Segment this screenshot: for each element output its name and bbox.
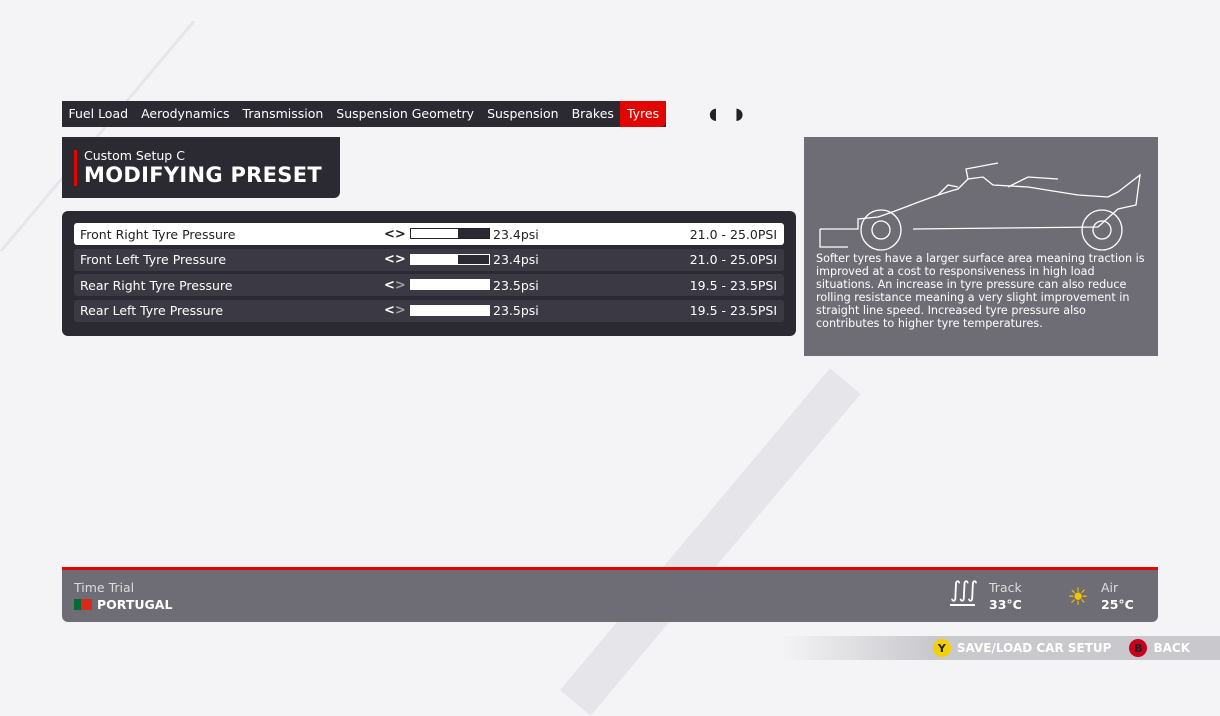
setting-row[interactable]: Front Left Tyre Pressure <> 23.4psi 21.0… [74,248,784,271]
setting-value: 23.4psi [493,252,539,267]
adjust-arrows-icon[interactable]: <> [384,252,406,267]
left-bumper-icon[interactable]: ◖ [709,104,717,123]
setting-row[interactable]: Rear Right Tyre Pressure <> 23.5psi 19.5… [74,274,784,296]
tab-transmission[interactable]: Transmission [236,101,330,127]
air-temp: 25°C [1101,597,1134,612]
background-stripe [560,368,861,716]
value-slider[interactable] [410,228,490,239]
accent-bar [74,150,77,186]
info-panel: Softer tyres have a larger surface area … [804,137,1158,356]
setting-value: 23.4psi [493,226,539,242]
page-title: MODIFYING PRESET [84,163,322,187]
tab-tyres[interactable]: Tyres [620,101,666,127]
tab-suspension-geometry[interactable]: Suspension Geometry [330,101,481,127]
value-slider[interactable] [410,279,490,290]
session-footer: Time Trial PORTUGAL ∫∫∫ Track 33°C ☀ Air 2… [62,567,1158,622]
setting-range: 19.5 - 23.5PSI [689,277,777,293]
tab-aerodynamics[interactable]: Aerodynamics [135,101,236,127]
tab-brakes[interactable]: Brakes [565,101,620,127]
track-temp-label: Track [989,580,1022,595]
setting-range: 21.0 - 25.0PSI [689,226,777,242]
adjust-arrows-icon[interactable]: <> [384,227,406,242]
back-button[interactable]: BACK [1153,641,1190,655]
sun-icon: ☀ [1067,583,1089,611]
value-slider[interactable] [410,253,490,265]
setting-value: 23.5psi [493,303,539,318]
slider-fill [411,305,489,315]
setup-header: Custom Setup C MODIFYING PRESET [62,137,340,198]
setup-name: Custom Setup C [84,148,185,163]
value-slider[interactable] [410,304,490,316]
tab-suspension[interactable]: Suspension [481,101,565,127]
setting-label: Front Right Tyre Pressure [80,226,236,242]
track-temp: 33°C [989,597,1022,612]
heat-icon: ∫∫∫ [950,578,978,606]
setting-row[interactable]: Rear Left Tyre Pressure <> 23.5psi 19.5 … [74,299,784,322]
button-prompts: Y SAVE/LOAD CAR SETUP B BACK [780,636,1220,660]
game-mode: Time Trial [74,580,135,595]
settings-list: Front Right Tyre Pressure <> 23.4psi 21.… [62,211,796,336]
save-load-button[interactable]: SAVE/LOAD CAR SETUP [957,641,1112,655]
adjust-arrows-icon[interactable]: <> [384,278,406,293]
air-temp-label: Air [1101,580,1119,595]
setting-label: Rear Right Tyre Pressure [80,277,233,293]
right-bumper-icon[interactable]: ◗ [735,104,743,123]
b-button-icon: B [1129,639,1148,657]
track-name: PORTUGAL [97,597,173,612]
adjust-arrows-icon[interactable]: <> [384,303,406,318]
car-diagram-icon [819,162,1141,251]
info-text: Softer tyres have a larger surface area … [816,252,1145,330]
setting-range: 21.0 - 25.0PSI [689,252,777,267]
setting-range: 19.5 - 23.5PSI [689,303,777,318]
slider-fill [411,254,458,264]
portugal-flag-icon [74,599,92,610]
y-button-icon: Y [932,639,951,657]
setup-tabs: Fuel Load Aerodynamics Transmission Susp… [62,101,666,127]
tab-fuel-load[interactable]: Fuel Load [62,101,135,127]
setting-row[interactable]: Front Right Tyre Pressure <> 23.4psi 21.… [74,223,784,245]
slider-fill [411,280,489,289]
slider-fill [411,229,458,238]
setting-value: 23.5psi [493,277,539,293]
setting-label: Front Left Tyre Pressure [80,252,227,267]
setting-label: Rear Left Tyre Pressure [80,303,224,318]
